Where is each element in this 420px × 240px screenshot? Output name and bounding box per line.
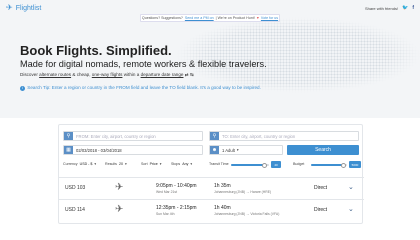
paper-plane-icon: ✈: [6, 3, 13, 12]
budget-slider-handle[interactable]: [341, 162, 346, 168]
swap-icon: ⇄ ↹: [184, 72, 194, 77]
chevron-down-icon[interactable]: ⌄: [348, 183, 354, 191]
calendar-icon: ▦: [64, 146, 73, 154]
chevron-down-icon: ▾: [190, 162, 193, 166]
chevron-down-icon: ▾: [159, 162, 162, 166]
one-way-flights-link[interactable]: one-way flights: [92, 72, 123, 77]
chevron-down-icon: ▾: [94, 162, 97, 166]
send-pm-link[interactable]: Send me a PM on: [185, 16, 214, 20]
flight-stops: Direct: [314, 185, 328, 191]
flight-times: 9:05pm - 10:40pm: [156, 183, 197, 189]
location-pin-icon: ⚲: [64, 132, 73, 140]
date-range-link[interactable]: departure date range: [141, 72, 184, 77]
transit-slider[interactable]: [231, 162, 269, 168]
facebook-icon[interactable]: f: [412, 5, 414, 11]
date-range-value: 02/03/2018 - 03/04/2018: [76, 147, 122, 153]
transit-value: 40: [271, 161, 281, 168]
discover-prefix: Discover: [20, 72, 38, 77]
flight-times: 12:35pm - 2:15pm: [156, 205, 197, 211]
stops-value: Any: [182, 162, 189, 166]
budget-value: 5000: [349, 161, 361, 168]
from-input[interactable]: ⚲ FROM: Enter city, airport, country or …: [63, 131, 203, 141]
flight-duration: 1h 40m: [214, 205, 231, 211]
notice-text-2: | We're on Product Hunt!: [215, 16, 255, 20]
search-tip-text: Search Tip: Enter a region or country in…: [27, 85, 261, 90]
passengers-select[interactable]: ☻ 1 Adult ▾: [209, 145, 283, 155]
page-title: Book Flights. Simplified.: [20, 43, 172, 58]
to-input[interactable]: ⚲ TO: Enter city, airport, country or re…: [209, 131, 359, 141]
flight-result-row[interactable]: USD 103 ✈ 9:05pm - 10:40pm Wed Mar 21st …: [59, 177, 364, 199]
search-tip: i Search Tip: Enter a region or country …: [20, 85, 261, 91]
transit-label: Transit Time: [209, 162, 229, 166]
flight-number: USD 103: [65, 185, 86, 191]
chevron-down-icon: ▾: [124, 162, 127, 166]
search-button[interactable]: Search: [287, 145, 359, 155]
airplane-icon: ✈: [115, 204, 124, 215]
results-label: Results: [105, 162, 117, 166]
user-icon: ☻: [210, 146, 219, 154]
search-card: ⚲ FROM: Enter city, airport, country or …: [58, 124, 364, 224]
flight-number: USD 114: [65, 207, 85, 213]
chevron-down-icon[interactable]: ⌄: [348, 205, 354, 213]
info-icon: i: [20, 86, 25, 91]
heart-icon: ♥: [256, 16, 259, 20]
flight-date: Wed Mar 21st: [156, 190, 178, 194]
to-placeholder: TO: Enter city, airport, country or regi…: [222, 133, 296, 139]
flight-route: Johannesburg (JNB) → Victoria Falls (VFA…: [214, 212, 280, 216]
flight-route: Johannesburg (JNB) → Harare (HRE): [214, 190, 272, 194]
flight-duration: 1h 35m: [214, 183, 231, 189]
stops-filter[interactable]: Stops Any ▾: [171, 162, 192, 166]
share-label: Share with friends!: [364, 5, 399, 11]
budget-slider-fill: [311, 164, 344, 166]
airplane-icon: ✈: [115, 182, 124, 193]
flight-result-row[interactable]: USD 114 ✈ 12:35pm - 2:15pm Sun Mar 4th 1…: [59, 199, 364, 221]
currency-value: USD - $: [79, 162, 93, 166]
sort-filter[interactable]: Sort Price ▾: [141, 162, 162, 166]
currency-label: Currency: [63, 162, 78, 166]
results-value: 20: [118, 162, 123, 166]
date-range-input[interactable]: ▦ 02/03/2018 - 03/04/2018: [63, 145, 203, 155]
transit-slider-fill: [231, 164, 265, 166]
flight-date: Sun Mar 4th: [156, 212, 175, 216]
discover-text: Discover alternate routes & cheap, one-w…: [20, 72, 194, 78]
currency-filter[interactable]: Currency USD - $ ▾: [63, 162, 96, 166]
results-filter[interactable]: Results 20 ▾: [105, 162, 127, 166]
page-subtitle: Made for digital nomads, remote workers …: [20, 59, 267, 69]
transit-slider-handle[interactable]: [262, 162, 267, 168]
location-pin-icon: ⚲: [210, 132, 219, 140]
discover-mid-1: & cheap,: [72, 72, 91, 77]
passengers-value: 1 Adult: [222, 147, 235, 153]
chevron-down-icon: ▾: [236, 148, 239, 152]
share-bar: Share with friends! 🐦 f: [365, 5, 414, 11]
sort-label: Sort: [141, 162, 148, 166]
stops-label: Stops: [171, 162, 181, 166]
logo-text: Flightlist: [15, 4, 42, 12]
vote-link[interactable]: Vote for us: [261, 16, 278, 20]
logo[interactable]: ✈ Flightlist: [6, 4, 41, 12]
filters-bar: Currency USD - $ ▾ Results 20 ▾ Sort Pri…: [63, 161, 363, 169]
from-placeholder: FROM: Enter city, airport, country or re…: [76, 133, 156, 139]
sort-value: Price: [149, 162, 158, 166]
discover-mid-2: within a: [123, 72, 140, 77]
budget-label: Budget: [293, 162, 305, 166]
twitter-icon[interactable]: 🐦: [402, 5, 408, 11]
alternate-routes-link[interactable]: alternate routes: [39, 72, 71, 77]
budget-slider[interactable]: [311, 162, 347, 168]
flight-stops: Direct: [314, 207, 328, 213]
notice-text-1: Questions? Suggestions?: [141, 16, 183, 20]
notice-banner: Questions? Suggestions? Send me a PM on …: [140, 14, 280, 22]
